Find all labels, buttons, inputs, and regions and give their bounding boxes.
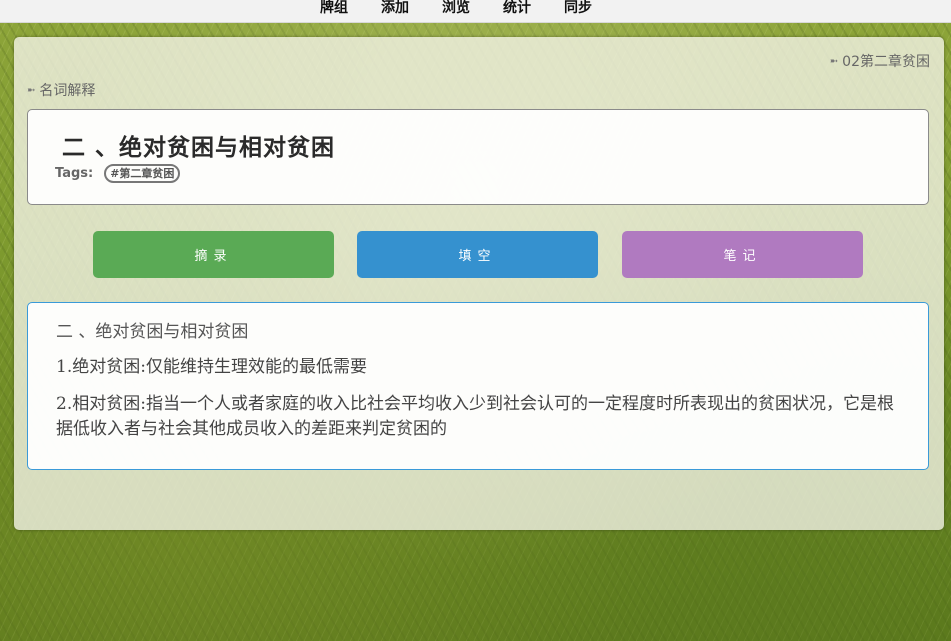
note-type-name: 名词解释 (39, 83, 96, 99)
deck-link[interactable]: ➼ 02第二章贫困 (830, 51, 930, 71)
menu-browse[interactable]: 浏览 (442, 0, 470, 16)
note-button[interactable]: 笔记 (622, 231, 863, 278)
deck-name: 02第二章贫困 (842, 54, 930, 70)
arrow-icon: ➼ (829, 55, 839, 67)
content-item: 2.相对贫困:指当一个人或者家庭的收入比社会平均收入少到社会认可的一定程度时所表… (56, 394, 894, 439)
content-item: 1.绝对贫困:仅能维持生理效能的最低需要 (56, 357, 367, 377)
note-type-link[interactable]: ➼ 名词解释 (27, 80, 95, 100)
arrow-icon: ➼ (27, 84, 36, 96)
content-heading: 二 、绝对贫困与相对贫困 (56, 322, 249, 342)
menu-decks[interactable]: 牌组 (320, 0, 348, 16)
main-menu: 牌组 添加 浏览 统计 同步 (320, 0, 625, 16)
menu-sync[interactable]: 同步 (564, 0, 592, 16)
excerpt-button[interactable]: 摘录 (93, 231, 334, 278)
content-panel: 二 、绝对贫困与相对贫困 1.绝对贫困:仅能维持生理效能的最低需要 2.相对贫困… (27, 302, 929, 470)
tag-badge[interactable]: #第二章贫困 (104, 164, 181, 183)
menu-add[interactable]: 添加 (381, 0, 409, 16)
top-menu-bar: 牌组 添加 浏览 统计 同步 (0, 0, 951, 23)
tags-label: Tags: (55, 166, 94, 181)
cloze-button[interactable]: 填空 (357, 231, 598, 278)
menu-stats[interactable]: 统计 (503, 0, 531, 16)
title-panel: 二 、绝对贫困与相对贫困 Tags: #第二章贫困 (27, 109, 929, 205)
tags-row: Tags: #第二章贫困 (55, 164, 181, 183)
flashcard: ➼ 02第二章贫困 ➼ 名词解释 二 、绝对贫困与相对贫困 Tags: #第二章… (14, 37, 944, 530)
card-title: 二 、绝对贫困与相对贫困 (62, 134, 336, 161)
